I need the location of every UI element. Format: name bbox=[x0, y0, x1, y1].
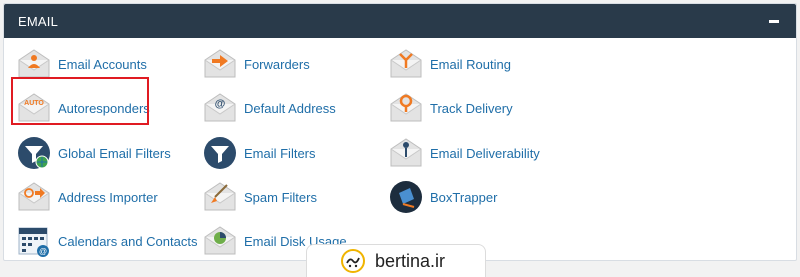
forwarders-link[interactable]: Forwarders bbox=[202, 44, 310, 84]
email-accounts-label: Email Accounts bbox=[58, 56, 147, 72]
spam-filters-icon bbox=[204, 182, 236, 211]
svg-text:AUTO: AUTO bbox=[24, 100, 44, 107]
email-filters-label: Email Filters bbox=[244, 145, 316, 161]
email-routing-link[interactable]: Email Routing bbox=[388, 44, 511, 84]
calendars-contacts-label: Calendars and Contacts bbox=[58, 233, 198, 249]
email-tools-grid: Email Accounts Forwarders Email Routing bbox=[4, 38, 796, 262]
email-deliverability-label: Email Deliverability bbox=[430, 145, 540, 161]
panel-title: EMAIL bbox=[18, 13, 59, 29]
global-email-filters-icon bbox=[18, 137, 50, 169]
default-address-label: Default Address bbox=[244, 100, 336, 116]
watermark-text: bertina.ir bbox=[375, 250, 446, 271]
track-delivery-label: Track Delivery bbox=[430, 100, 513, 116]
address-importer-label: Address Importer bbox=[58, 189, 158, 205]
email-panel: EMAIL Email Accounts Forwarders Email Ro… bbox=[3, 3, 797, 261]
boxtrapper-label: BoxTrapper bbox=[430, 189, 498, 205]
address-importer-link[interactable]: Address Importer bbox=[16, 177, 158, 217]
address-importer-icon bbox=[18, 182, 50, 211]
default-address-icon: @ bbox=[204, 93, 236, 122]
calendars-contacts-link[interactable]: @ Calendars and Contacts bbox=[16, 221, 197, 261]
spam-filters-link[interactable]: Spam Filters bbox=[202, 177, 317, 217]
svg-text:@: @ bbox=[39, 247, 47, 256]
email-accounts-icon bbox=[18, 49, 50, 78]
global-email-filters-label: Global Email Filters bbox=[58, 145, 171, 161]
track-delivery-link[interactable]: Track Delivery bbox=[388, 88, 513, 128]
email-deliverability-icon bbox=[390, 138, 422, 167]
email-routing-label: Email Routing bbox=[430, 56, 511, 72]
boxtrapper-icon bbox=[390, 181, 422, 213]
minus-icon[interactable] bbox=[768, 14, 782, 28]
calendars-contacts-icon: @ bbox=[18, 227, 49, 257]
email-routing-icon bbox=[390, 49, 422, 78]
email-filters-icon bbox=[204, 137, 236, 169]
bertina-logo-icon bbox=[341, 249, 365, 273]
email-disk-usage-icon bbox=[204, 226, 236, 255]
default-address-link[interactable]: @ Default Address bbox=[202, 88, 336, 128]
autoresponders-icon: AUTO bbox=[18, 93, 50, 122]
autoresponders-label: Autoresponders bbox=[58, 100, 150, 116]
email-filters-link[interactable]: Email Filters bbox=[202, 133, 316, 173]
global-email-filters-link[interactable]: Global Email Filters bbox=[16, 133, 171, 173]
boxtrapper-link[interactable]: BoxTrapper bbox=[388, 177, 497, 217]
svg-text:@: @ bbox=[215, 98, 226, 110]
watermark: bertina.ir bbox=[306, 244, 486, 277]
panel-header[interactable]: EMAIL bbox=[4, 4, 796, 38]
track-delivery-icon bbox=[390, 93, 422, 122]
forwarders-label: Forwarders bbox=[244, 56, 310, 72]
email-accounts-link[interactable]: Email Accounts bbox=[16, 44, 147, 84]
spam-filters-label: Spam Filters bbox=[244, 189, 317, 205]
forwarders-icon bbox=[204, 49, 236, 78]
autoresponders-link[interactable]: AUTO Autoresponders bbox=[16, 88, 150, 128]
email-deliverability-link[interactable]: Email Deliverability bbox=[388, 133, 540, 173]
